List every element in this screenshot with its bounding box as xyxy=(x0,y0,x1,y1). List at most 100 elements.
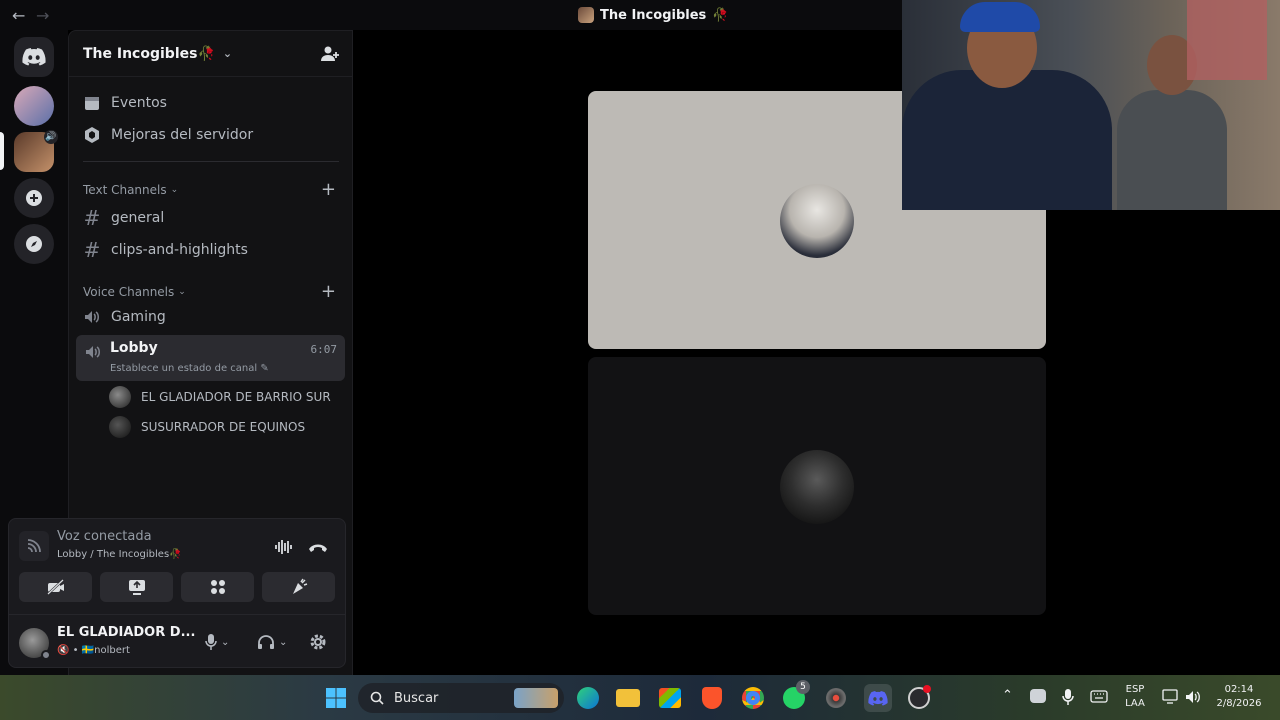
discord-logo-icon xyxy=(868,690,888,706)
add-server-button[interactable] xyxy=(14,178,54,218)
chrome-app-icon[interactable] xyxy=(739,684,767,712)
voice-connected-title: Voz conectada xyxy=(57,529,152,544)
participant-avatar xyxy=(780,184,854,258)
headset-icon xyxy=(960,2,1040,32)
brave-app-icon[interactable] xyxy=(698,684,726,712)
add-text-channel-icon[interactable]: + xyxy=(321,179,336,200)
voice-member-name: SUSURRADOR DE EQUINOS xyxy=(141,420,306,434)
user-settings-button[interactable] xyxy=(309,631,327,653)
microphone-tray-icon[interactable] xyxy=(1062,688,1074,706)
activities-icon xyxy=(210,580,225,594)
file-explorer-icon[interactable] xyxy=(614,684,642,712)
plus-circle-icon xyxy=(26,190,42,206)
soundwave-icon xyxy=(275,540,292,554)
search-placeholder: Buscar xyxy=(394,690,439,706)
microsoft-store-icon[interactable] xyxy=(656,684,684,712)
chevron-down-icon[interactable]: ⌄ xyxy=(221,637,229,648)
server-avatar-1[interactable] xyxy=(14,86,54,126)
window-title-emoji: 🥀 xyxy=(712,7,729,23)
discord-home-button[interactable] xyxy=(14,37,54,77)
chevron-down-icon: ⌄ xyxy=(222,47,233,60)
events-link[interactable]: Eventos xyxy=(83,94,167,112)
background-cloth xyxy=(1187,0,1267,80)
clock-date: 2/8/2026 xyxy=(1216,698,1262,709)
back-arrow-icon[interactable]: ← xyxy=(12,6,25,25)
voice-member[interactable]: SUSURRADOR DE EQUINOS xyxy=(109,416,305,438)
user-area: EL GLADIADOR D... 🔇 • 🇸🇪nolbert ⌄ ⌄ xyxy=(9,614,345,668)
channel-general[interactable]: # general xyxy=(83,206,165,230)
language-top: ESP xyxy=(1125,684,1145,695)
taskbar-search[interactable]: Buscar xyxy=(358,683,564,713)
search-icon xyxy=(370,691,384,705)
volume-tray-icon[interactable] xyxy=(1184,689,1202,705)
pencil-icon: ✎ xyxy=(260,363,269,374)
person-figure-2 xyxy=(1117,90,1227,210)
voice-channel-gaming[interactable]: Gaming xyxy=(83,308,166,326)
whatsapp-app-icon[interactable]: 5 xyxy=(780,680,810,712)
noise-suppression-button[interactable] xyxy=(273,536,295,558)
user-name[interactable]: EL GLADIADOR D... xyxy=(57,625,195,640)
activities-button[interactable] xyxy=(181,572,254,602)
channel-status-text: Establece un estado de canal xyxy=(110,363,258,374)
language-indicator[interactable]: ESP LAA xyxy=(1122,683,1148,711)
mute-button[interactable]: ⌄ xyxy=(205,631,229,653)
deafen-button[interactable]: ⌄ xyxy=(257,631,287,653)
screen-share-icon xyxy=(128,580,145,595)
participant-tile[interactable] xyxy=(588,357,1046,615)
voice-member[interactable]: EL GLADIADOR DE BARRIO SUR xyxy=(109,386,331,408)
search-highlight-image xyxy=(514,688,558,708)
server-avatar-incogibles[interactable]: 🔊 xyxy=(14,130,58,172)
voice-channels-category[interactable]: Voice Channels ⌄ xyxy=(83,285,186,299)
cloud-tray-icon[interactable] xyxy=(1030,689,1046,703)
soundboard-button[interactable] xyxy=(262,572,335,602)
discord-logo-icon xyxy=(22,48,46,66)
clock[interactable]: 02:14 2/8/2026 xyxy=(1210,683,1268,711)
explore-servers-button[interactable] xyxy=(14,224,54,264)
voice-user-panel: Voz conectada Lobby / The Incogibles🥀 EL… xyxy=(8,518,346,668)
network-tray-icon[interactable] xyxy=(1162,689,1180,705)
add-voice-channel-icon[interactable]: + xyxy=(321,281,336,302)
voice-connected-subtitle[interactable]: Lobby / The Incogibles🥀 xyxy=(57,549,182,560)
disconnect-button[interactable] xyxy=(307,536,329,558)
voice-channel-lobby[interactable]: Lobby Establece un estado de canal ✎ 6:0… xyxy=(76,335,345,381)
camera-toggle-button[interactable] xyxy=(19,572,92,602)
speaker-icon xyxy=(86,346,100,358)
davinci-app-icon[interactable] xyxy=(822,684,850,712)
signal-icon xyxy=(27,539,41,553)
channel-clips-and-highlights[interactable]: # clips-and-highlights xyxy=(83,238,248,262)
recording-dot-icon xyxy=(923,685,931,693)
server-thumbnail-icon xyxy=(578,7,594,23)
clock-time: 02:14 xyxy=(1224,684,1254,695)
user-handle: nolbert xyxy=(94,645,130,656)
language-bottom: LAA xyxy=(1125,698,1145,709)
server-boosts-link[interactable]: Mejoras del servidor xyxy=(83,126,253,144)
voice-channel-gaming-label: Gaming xyxy=(111,309,166,325)
forward-arrow-icon[interactable]: → xyxy=(36,6,49,25)
invite-people-icon[interactable] xyxy=(319,43,341,65)
hashtag-icon: # xyxy=(83,206,101,230)
server-boosts-label: Mejoras del servidor xyxy=(111,127,254,143)
user-flag: 🇸🇪 xyxy=(81,645,95,656)
window-title-text: The Incogibles xyxy=(600,7,707,23)
edge-app-icon[interactable] xyxy=(574,684,602,712)
channel-status[interactable]: Establece un estado de canal ✎ xyxy=(110,363,269,374)
chevron-down-icon[interactable]: ⌄ xyxy=(279,637,287,648)
share-screen-button[interactable] xyxy=(100,572,173,602)
start-button[interactable] xyxy=(322,684,350,712)
avatar xyxy=(109,416,131,438)
events-label: Eventos xyxy=(111,95,167,111)
lobby-name: Lobby xyxy=(110,340,158,356)
discord-app-icon[interactable] xyxy=(864,684,892,712)
participant-avatar xyxy=(780,450,854,524)
window-title: The Incogibles 🥀 xyxy=(578,7,728,23)
person-figure-1 xyxy=(902,70,1112,210)
server-header[interactable]: The Incogibles 🥀 ⌄ xyxy=(69,31,353,77)
avatar xyxy=(109,386,131,408)
speaker-badge-icon: 🔊 xyxy=(44,130,58,144)
text-channels-category[interactable]: Text Channels ⌄ xyxy=(83,183,178,197)
speaker-icon xyxy=(85,311,99,323)
camera-off-icon xyxy=(46,579,64,595)
keyboard-tray-icon[interactable] xyxy=(1090,690,1108,703)
tray-expand-icon[interactable]: ⌃ xyxy=(1002,688,1013,703)
obs-app-icon[interactable] xyxy=(905,684,933,712)
